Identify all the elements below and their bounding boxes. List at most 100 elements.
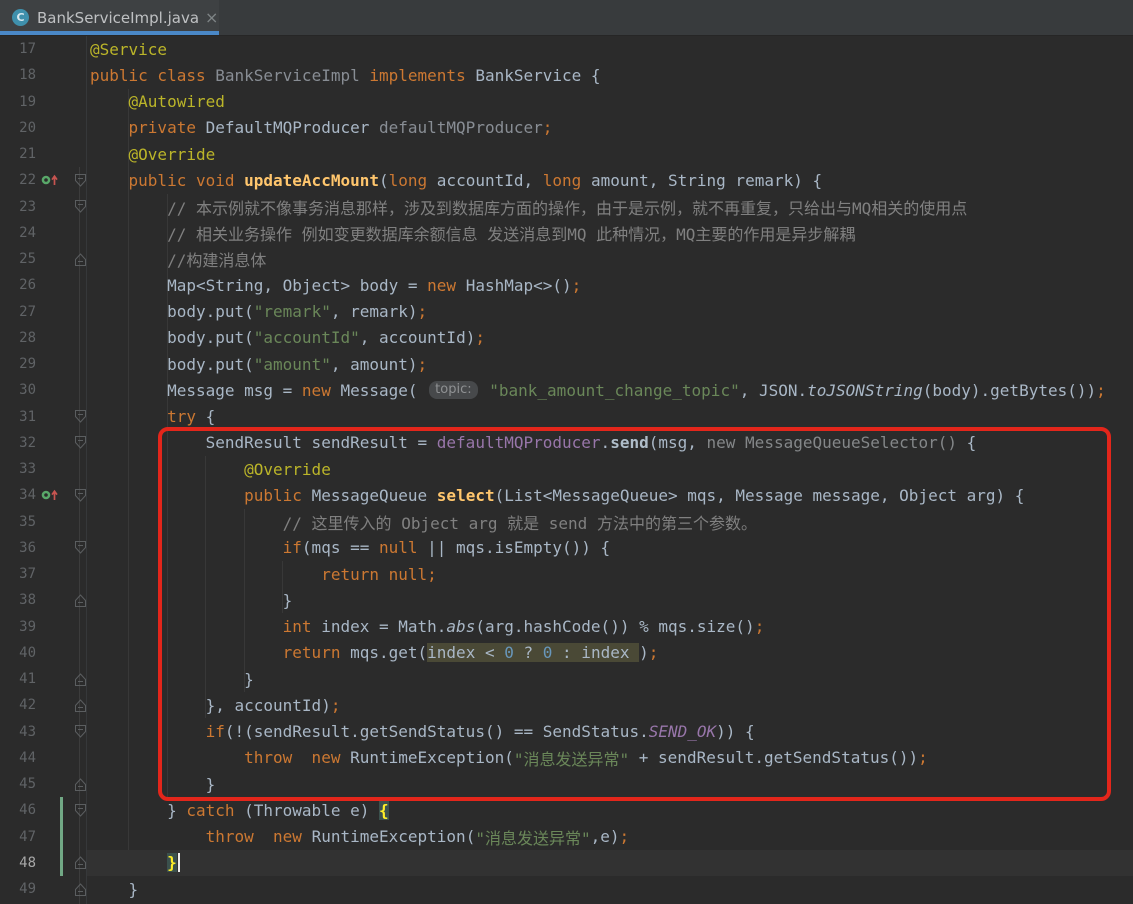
code-text: body.put("accountId", accountId); [90,325,1133,351]
line-number[interactable]: 22 [0,172,36,188]
java-class-icon: C [12,9,29,26]
line-number[interactable]: 31 [0,409,36,425]
code-line: 40 return mqs.get(index < 0 ? 0 : index … [0,640,1133,666]
code-line: 37 return null; [0,561,1133,587]
override-method-icon[interactable] [38,487,62,503]
code-editor[interactable]: 17 @Service 18 public class BankServiceImpl… [0,36,1133,904]
line-number[interactable]: 26 [0,277,36,293]
line-number[interactable]: 29 [0,356,36,372]
line-number[interactable]: 18 [0,67,36,83]
code-text: // 本示例就不像事务消息那样，涉及到数据库方面的操作，由于是示例，就不再重复，… [90,194,1133,220]
code-lines: 17 @Service 18 public class BankServiceImpl… [0,36,1133,902]
code-line: 20 private DefaultMQProducer defaultMQPr… [0,115,1133,141]
line-number[interactable]: 36 [0,540,36,556]
code-text: SendResult sendResult = defaultMQProduce… [90,430,1133,456]
code-text: Map<String, Object> body = new HashMap<>… [90,272,1133,298]
code-text: } [90,771,1133,797]
code-line: 22 public void updateAccMount(long accou… [0,167,1133,193]
line-number[interactable]: 37 [0,566,36,582]
code-line: 18 public class BankServiceImpl implement… [0,62,1133,88]
text-caret [178,853,180,872]
tab-bankserviceimpl-java[interactable]: C BankServiceImpl.java × [0,0,219,35]
line-number[interactable]: 39 [0,619,36,635]
line-number[interactable]: 19 [0,94,36,110]
code-text: public MessageQueue select(List<MessageQ… [90,482,1133,508]
tab-title: BankServiceImpl.java [37,9,199,27]
line-number[interactable]: 44 [0,750,36,766]
code-text: body.put("remark", remark); [90,299,1133,325]
code-line: 19 @Autowired [0,89,1133,115]
line-number[interactable]: 20 [0,120,36,136]
line-number[interactable]: 21 [0,146,36,162]
code-text: }, accountId); [90,692,1133,718]
code-line: 31 try { [0,404,1133,430]
code-text: throw new RuntimeException("消息发送异常" + se… [90,745,1133,771]
line-number[interactable]: 32 [0,435,36,451]
code-line: 29 body.put("amount", amount); [0,351,1133,377]
line-number[interactable]: 48 [0,855,36,871]
code-text: return mqs.get(index < 0 ? 0 : index ); [90,640,1133,666]
code-line: 43 if(!(sendResult.getSendStatus() == Se… [0,719,1133,745]
code-text: @Override [90,456,1133,482]
code-line: 21 @Override [0,141,1133,167]
code-text: private DefaultMQProducer defaultMQProdu… [90,115,1133,141]
line-number[interactable]: 45 [0,776,36,792]
line-number[interactable]: 49 [0,881,36,897]
code-line: 25 //构建消息体 [0,246,1133,272]
line-number[interactable]: 24 [0,225,36,241]
line-number[interactable]: 30 [0,382,36,398]
code-line: 30 Message msg = new Message( topic: "ba… [0,377,1133,403]
code-text: } [90,666,1133,692]
code-text: //构建消息体 [90,246,1133,272]
code-text: // 相关业务操作 例如变更数据库余额信息 发送消息到MQ 此种情况，MQ主要的… [90,220,1133,246]
code-line: 47 throw new RuntimeException("消息发送异常",e… [0,824,1133,850]
code-line: 26 Map<String, Object> body = new HashMa… [0,272,1133,298]
vcs-added-marker [60,797,63,823]
code-line: 27 body.put("remark", remark); [0,299,1133,325]
line-number[interactable]: 47 [0,829,36,845]
code-text: Message msg = new Message( topic: "bank_… [90,377,1133,403]
code-line: 23 // 本示例就不像事务消息那样，涉及到数据库方面的操作，由于是示例，就不再… [0,194,1133,220]
override-method-icon[interactable] [38,172,62,188]
code-line: 24 // 相关业务操作 例如变更数据库余额信息 发送消息到MQ 此种情况，MQ… [0,220,1133,246]
code-text: public void updateAccMount(long accountI… [90,167,1133,193]
code-text: public class BankServiceImpl implements … [90,62,1133,88]
code-text: @Service [90,36,1133,62]
line-number[interactable]: 34 [0,487,36,503]
code-text: int index = Math.abs(arg.hashCode()) % m… [90,614,1133,640]
vcs-added-marker [60,824,63,850]
line-number[interactable]: 38 [0,592,36,608]
code-text: } [90,850,1133,876]
code-line: 45 } [0,771,1133,797]
code-text: } [90,587,1133,613]
code-text: try { [90,404,1133,430]
code-text: return null; [90,561,1133,587]
line-number[interactable]: 46 [0,802,36,818]
line-number[interactable]: 40 [0,645,36,661]
line-number[interactable]: 35 [0,514,36,530]
code-line: 32 SendResult sendResult = defaultMQProd… [0,430,1133,456]
line-number[interactable]: 43 [0,724,36,740]
line-number[interactable]: 23 [0,199,36,215]
code-line: 39 int index = Math.abs(arg.hashCode()) … [0,614,1133,640]
line-number[interactable]: 17 [0,41,36,57]
code-text: if(!(sendResult.getSendStatus() == SendS… [90,719,1133,745]
code-line: 44 throw new RuntimeException("消息发送异常" +… [0,745,1133,771]
line-number[interactable]: 42 [0,697,36,713]
parameter-hint-badge: topic: [429,381,477,399]
code-text: throw new RuntimeException("消息发送异常",e); [90,824,1133,850]
code-text: } catch (Throwable e) { [90,797,1133,823]
code-line: 34 public MessageQueue select(List<Messa… [0,482,1133,508]
vcs-added-marker [60,850,63,876]
code-line: 36 if(mqs == null || mqs.isEmpty()) { [0,535,1133,561]
line-number[interactable]: 27 [0,304,36,320]
line-number[interactable]: 28 [0,330,36,346]
line-number[interactable]: 25 [0,251,36,267]
code-line: 48 } [0,850,1133,876]
line-number[interactable]: 41 [0,671,36,687]
code-line: 17 @Service [0,36,1133,62]
code-text: // 这里传入的 Object arg 就是 send 方法中的第三个参数。 [90,509,1133,535]
code-line: 33 @Override [0,456,1133,482]
line-number[interactable]: 33 [0,461,36,477]
close-icon[interactable]: × [205,8,218,27]
